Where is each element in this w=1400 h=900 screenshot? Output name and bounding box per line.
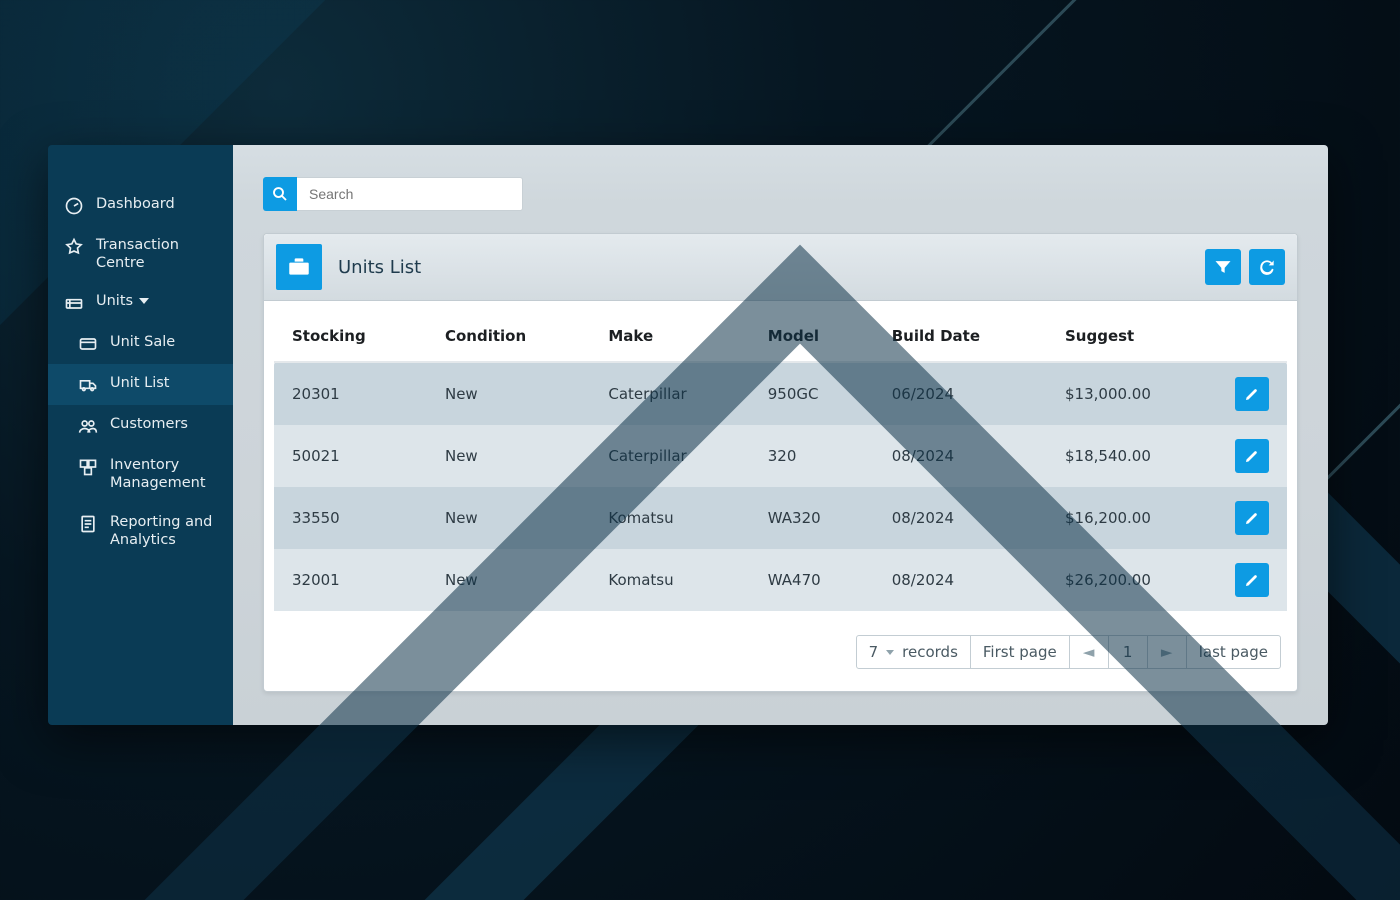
gauge-icon [64, 196, 84, 216]
cell-suggest: $13,000.00 [1047, 362, 1217, 425]
cell-suggest: $26,200.00 [1047, 549, 1217, 611]
cell-condition: New [427, 362, 590, 425]
cell-model: WA470 [750, 549, 874, 611]
table-header-row: Stocking Condition Make Model Build Date… [274, 315, 1287, 362]
cell-build-date: 06/2024 [874, 362, 1047, 425]
cell-actions [1217, 362, 1287, 425]
first-page-button[interactable]: First page [970, 635, 1070, 669]
prev-page-button[interactable]: ◄ [1069, 635, 1109, 669]
table-row[interactable]: 50021NewCaterpillar32008/2024$18,540.00 [274, 425, 1287, 487]
sidebar-item-unit-list[interactable]: Unit List [48, 364, 233, 405]
table-row[interactable]: 33550NewKomatsuWA32008/2024$16,200.00 [274, 487, 1287, 549]
edit-row-button[interactable] [1235, 563, 1269, 597]
col-model[interactable]: Model [750, 315, 874, 362]
boxes-icon [78, 457, 98, 477]
sidebar-item-label: Reporting and Analytics [110, 513, 219, 549]
cell-build-date: 08/2024 [874, 425, 1047, 487]
cell-actions [1217, 549, 1287, 611]
cell-stocking: 20301 [274, 362, 427, 425]
cell-condition: New [427, 425, 590, 487]
cell-make: Caterpillar [590, 425, 749, 487]
pencil-icon [1244, 572, 1260, 588]
col-suggest[interactable]: Suggest [1047, 315, 1217, 362]
funnel-icon [1213, 257, 1233, 277]
cell-model: 950GC [750, 362, 874, 425]
last-page-button[interactable]: last page [1186, 635, 1281, 669]
sidebar-item-transactions[interactable]: Transaction Centre [48, 226, 233, 282]
cell-model: 320 [750, 425, 874, 487]
col-condition[interactable]: Condition [427, 315, 590, 362]
panel-title: Units List [338, 257, 421, 278]
edit-row-button[interactable] [1235, 439, 1269, 473]
cell-stocking: 32001 [274, 549, 427, 611]
col-stocking[interactable]: Stocking [274, 315, 427, 362]
edit-row-button[interactable] [1235, 501, 1269, 535]
search-bar [263, 177, 1298, 211]
sidebar-item-label: Dashboard [96, 195, 219, 213]
search-button[interactable] [263, 177, 297, 211]
sidebar-item-dashboard[interactable]: Dashboard [48, 185, 233, 226]
cell-condition: New [427, 487, 590, 549]
sidebar-item-label: Inventory Management [110, 456, 219, 492]
cell-make: Komatsu [590, 487, 749, 549]
col-build-date[interactable]: Build Date [874, 315, 1047, 362]
units-table: Stocking Condition Make Model Build Date… [274, 315, 1287, 611]
cell-actions [1217, 425, 1287, 487]
report-icon [78, 514, 98, 534]
chevron-down-icon [139, 298, 149, 304]
sidebar-item-label: Transaction Centre [96, 236, 219, 272]
star-icon [64, 237, 84, 257]
next-page-button[interactable]: ► [1147, 635, 1187, 669]
units-icon [64, 293, 84, 313]
pencil-icon [1244, 386, 1260, 402]
edit-row-button[interactable] [1235, 377, 1269, 411]
refresh-icon [1257, 257, 1277, 277]
sidebar-item-label: Units [96, 292, 219, 310]
sidebar-item-unit-sale[interactable]: Unit Sale [48, 323, 233, 364]
sidebar-item-label: Unit Sale [110, 333, 219, 351]
main-content: Units List Stocking Condition [233, 145, 1328, 725]
cell-stocking: 33550 [274, 487, 427, 549]
search-input[interactable] [297, 177, 523, 211]
people-icon [78, 416, 98, 436]
table-row[interactable]: 32001NewKomatsuWA47008/2024$26,200.00 [274, 549, 1287, 611]
filter-button[interactable] [1205, 249, 1241, 285]
units-list-panel: Units List Stocking Condition [263, 233, 1298, 692]
card-icon [78, 334, 98, 354]
sidebar-item-units[interactable]: Units [48, 282, 233, 323]
refresh-button[interactable] [1249, 249, 1285, 285]
briefcase-icon [276, 244, 322, 290]
sidebar-item-label: Unit List [110, 374, 219, 392]
chevron-down-icon [886, 650, 894, 655]
cell-suggest: $16,200.00 [1047, 487, 1217, 549]
cell-build-date: 08/2024 [874, 549, 1047, 611]
cell-model: WA320 [750, 487, 874, 549]
page-size-select[interactable]: 7 records [856, 635, 971, 669]
sidebar-item-label: Customers [110, 415, 219, 433]
col-make[interactable]: Make [590, 315, 749, 362]
cell-build-date: 08/2024 [874, 487, 1047, 549]
search-icon [271, 185, 289, 203]
cell-make: Komatsu [590, 549, 749, 611]
cell-suggest: $18,540.00 [1047, 425, 1217, 487]
truck-icon [78, 375, 98, 395]
sidebar: Dashboard Transaction Centre Units Unit … [48, 145, 233, 725]
table-row[interactable]: 20301NewCaterpillar950GC06/2024$13,000.0… [274, 362, 1287, 425]
cell-make: Caterpillar [590, 362, 749, 425]
page-number-input[interactable]: 1 [1108, 635, 1148, 669]
pagination: 7 records First page ◄ 1 ► last page [264, 617, 1297, 691]
app-window: Dashboard Transaction Centre Units Unit … [48, 145, 1328, 725]
pencil-icon [1244, 448, 1260, 464]
sidebar-item-reporting[interactable]: Reporting and Analytics [48, 503, 233, 559]
sidebar-item-customers[interactable]: Customers [48, 405, 233, 446]
cell-stocking: 50021 [274, 425, 427, 487]
panel-header: Units List [264, 234, 1297, 301]
cell-condition: New [427, 549, 590, 611]
pencil-icon [1244, 510, 1260, 526]
sidebar-item-inventory[interactable]: Inventory Management [48, 446, 233, 502]
cell-actions [1217, 487, 1287, 549]
